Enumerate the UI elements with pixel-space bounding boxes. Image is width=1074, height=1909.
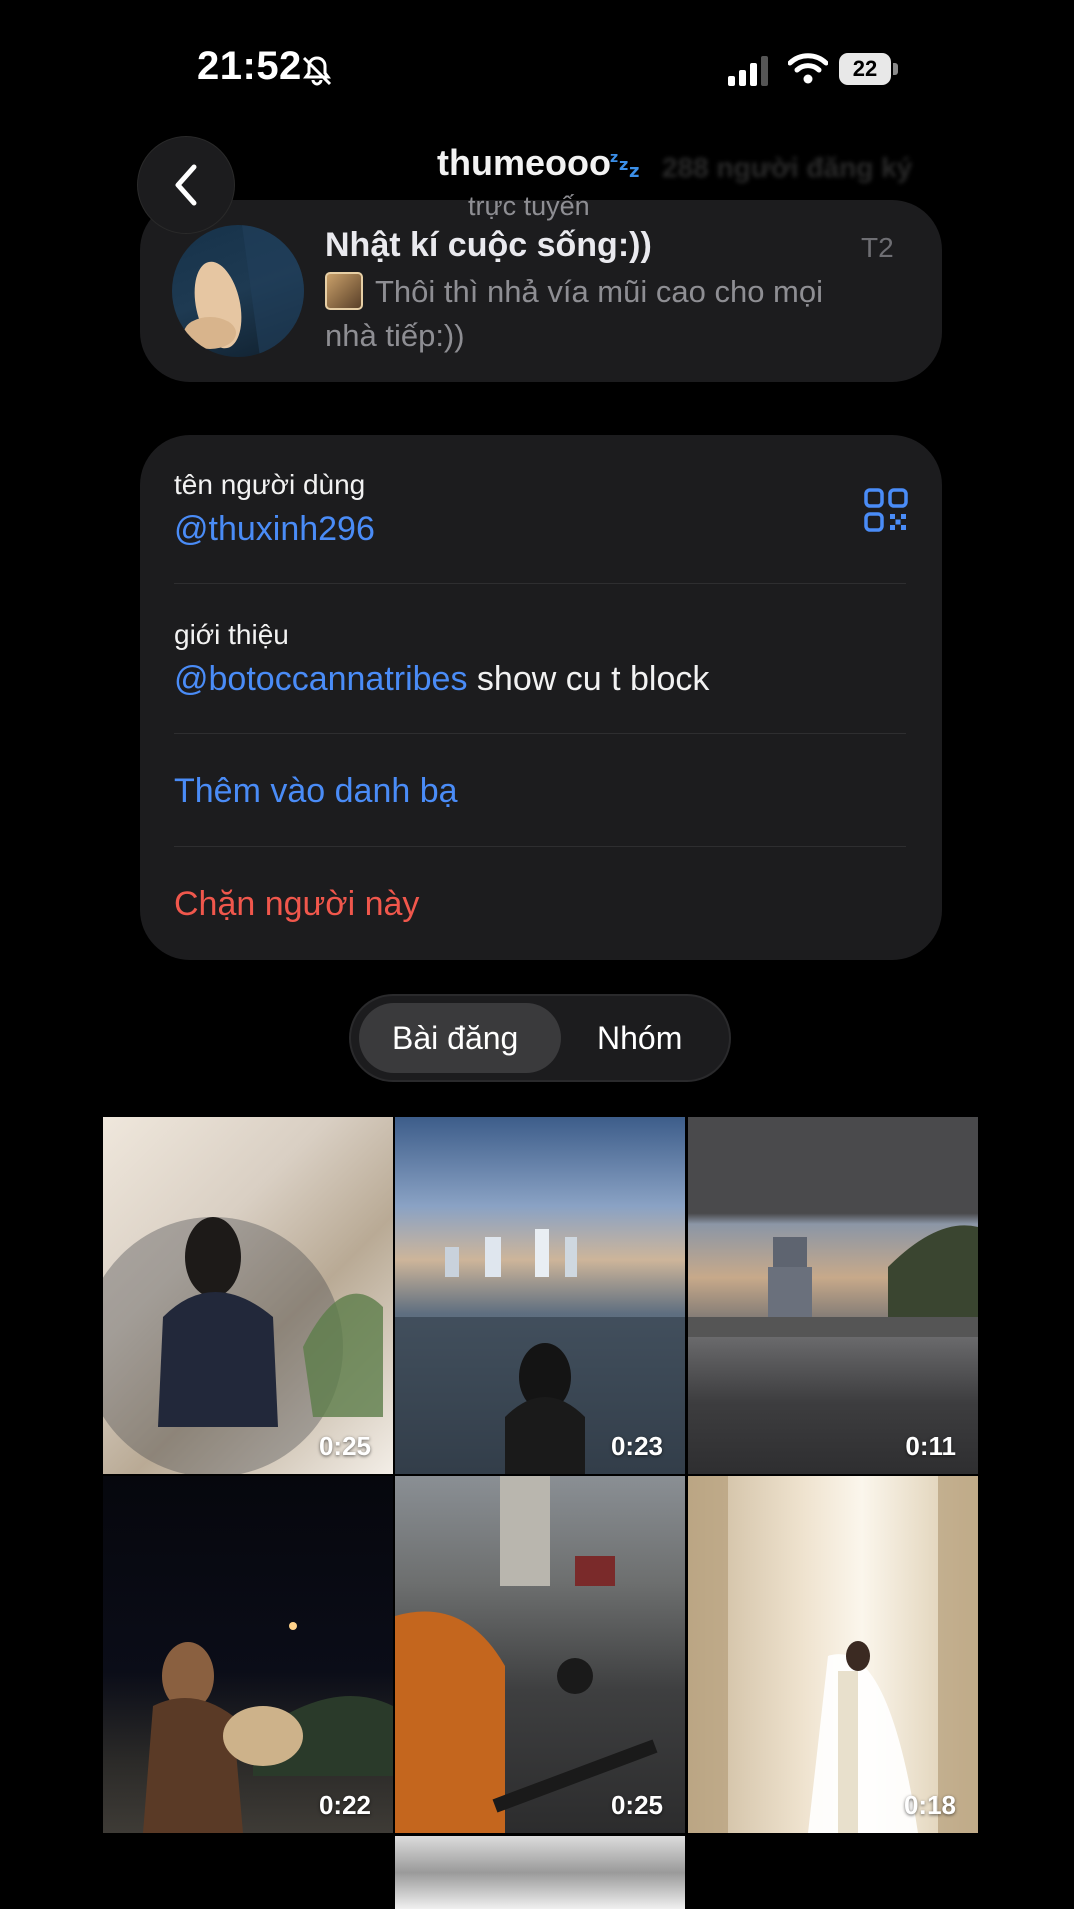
video-duration: 0:25 [610,1790,663,1820]
video-thumbnail [143,1622,393,1833]
video-thumbnail [688,1476,978,1833]
qr-code-icon[interactable] [864,488,908,532]
video-duration: 0:25 [318,1431,371,1461]
channel-avatar [172,225,304,357]
block-user-button[interactable]: Chặn người này [174,885,419,924]
video-thumbnail [103,1217,383,1474]
username-label: tên người dùng [174,469,366,500]
status-time: 21:52 [197,44,302,88]
bio-label: giới thiệu [174,619,289,650]
bell-muted-icon [302,56,332,86]
profile-name: thumeooo [437,142,611,183]
media-tile[interactable]: 0:18 [688,1476,978,1833]
svg-text:z: z [629,161,639,178]
channel-name: Nhật kí cuộc sống:)) [325,226,652,264]
battery-level: 22 [839,53,891,85]
channel-last-message: Thôi thì nhả vía mũi cao cho mọi nhà tiế… [325,274,824,353]
sleep-emoji-icon: z z z [610,150,639,178]
media-tile[interactable]: 0:25 [395,1476,685,1833]
wifi-icon [788,53,828,84]
divider [174,733,906,734]
video-thumbnail [688,1225,978,1337]
video-duration: 0:18 [903,1790,956,1820]
media-tile[interactable]: 0:11 [688,1117,978,1474]
chevron-left-icon [175,164,197,206]
media-tile[interactable]: 0:25 [103,1117,393,1474]
media-tile[interactable]: 0:23 [395,1117,685,1474]
channel-day: T2 [861,232,894,263]
battery-icon: 22 [839,53,899,85]
video-duration: 0:22 [318,1790,371,1820]
subscriber-count: 288 người đăng ký [662,152,913,183]
video-duration: 0:23 [610,1431,663,1461]
divider [174,583,906,584]
divider [174,846,906,847]
video-thumbnail [395,1229,685,1474]
video-thumbnail [395,1476,658,1833]
add-contact-button[interactable]: Thêm vào danh bạ [174,772,458,811]
media-tile[interactable] [395,1836,685,1909]
svg-text:z: z [619,155,628,174]
tab-groups[interactable]: Nhóm [597,1020,682,1057]
username-link[interactable]: @thuxinh296 [174,510,375,549]
video-duration: 0:11 [905,1431,956,1461]
svg-text:z: z [610,150,618,166]
back-button[interactable] [138,137,234,233]
bio-mention-link[interactable]: @botoccannatribes [174,660,467,698]
bio-text: @botoccannatribes show cu t block [174,660,709,699]
battery-tip [893,63,898,75]
signal-icon [728,56,768,86]
media-tile[interactable]: 0:22 [103,1476,393,1833]
online-status: trực tuyến [468,191,590,221]
bio-content: show cu t block [467,660,710,698]
tab-posts[interactable]: Bài đăng [392,1020,518,1057]
